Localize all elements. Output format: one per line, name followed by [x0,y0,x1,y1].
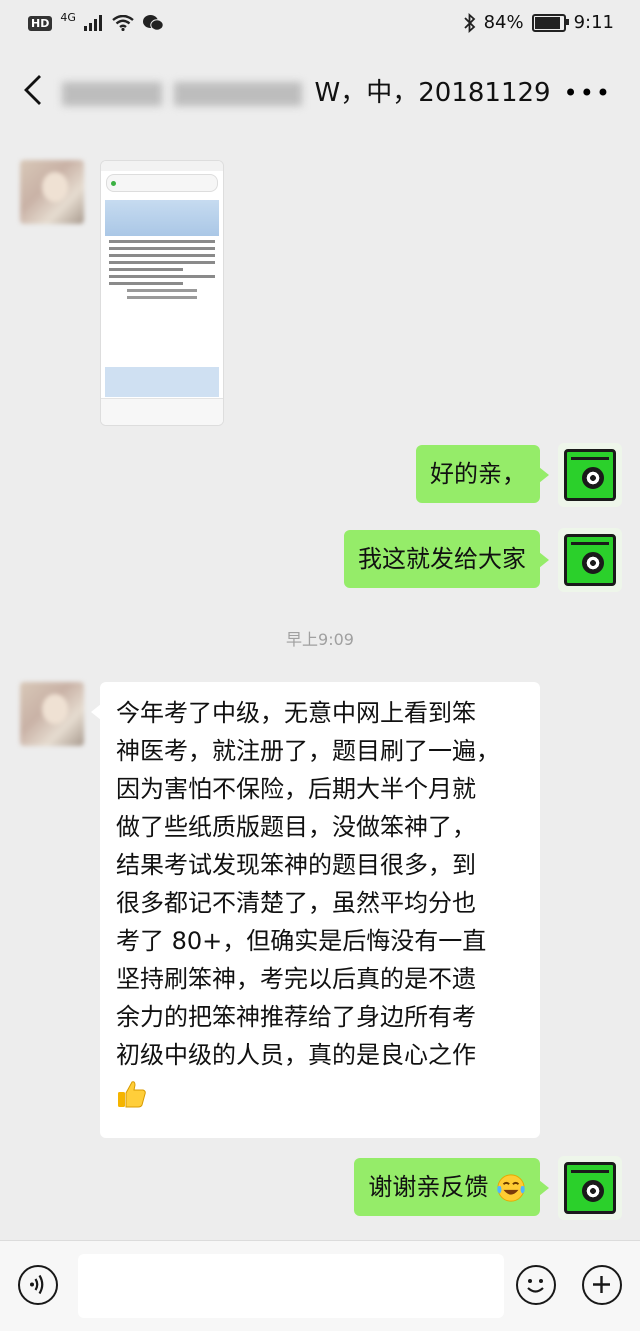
message-input[interactable] [78,1254,504,1318]
incoming-message[interactable]: 今年考了中级，无意中网上看到笨 神医考，就注册了，题目刷了一遍， 因为害怕不保险… [91,682,540,1138]
contact-avatar[interactable] [20,160,84,224]
image-message[interactable] [100,160,224,426]
chat-title-text: W，中，20181129 [314,78,551,108]
screenshot-banner [105,200,219,236]
battery-percent: 84% [483,12,524,33]
message-line: 今年考了中级，无意中网上看到笨 [116,699,476,727]
clock: 9:11 [573,12,614,33]
time-separator: 早上9:09 [286,630,354,649]
screenshot-nav-bar [101,398,223,425]
contact-avatar[interactable] [20,682,84,746]
tears-of-joy-icon [497,1174,525,1202]
message-line: 结果考试发现笨神的题目很多，到 [116,851,476,879]
battery-icon [531,13,569,32]
chat-title: W，中，20181129 [62,72,551,109]
hd-badge: HD [28,15,53,31]
plus-icon[interactable] [582,1265,622,1305]
message-line: 考了 80+，但确实是后悔没有一直 [116,927,487,955]
screenshot-url-bar [106,174,218,192]
message-line: 因为害怕不保险，后期大半个月就 [116,775,476,803]
outgoing-message[interactable]: 我这就发给大家 [344,530,549,588]
screenshot-bottom-band [105,367,219,397]
input-bar [0,1240,640,1331]
my-avatar[interactable] [558,528,622,592]
obscured-timestamp [0,116,640,134]
voice-input-icon[interactable] [18,1265,58,1305]
back-chevron-icon[interactable] [20,72,50,108]
message-line: 余力的把笨神推荐给了身边所有考 [116,1003,476,1031]
signal-icon [83,15,102,31]
message-text: 谢谢亲反馈 [368,1173,489,1201]
more-options-icon[interactable]: ••• [564,81,612,105]
network-indicator: 4G [60,10,76,24]
outgoing-message[interactable]: 好的亲， [416,445,549,503]
status-bar: HD 4G 84% 9:11 [0,0,640,50]
bluetooth-icon [463,12,475,33]
outgoing-message[interactable]: 谢谢亲反馈 [354,1158,549,1216]
message-line: 坚持刷笨神，考完以后真的是不遗 [116,965,476,993]
wechat-notification-icon [142,15,164,31]
message-line: 神医考，就注册了，题目刷了一遍， [116,737,500,765]
thumbs-up-icon [118,1081,146,1108]
title-obscured-part [62,81,162,106]
message-text: 我这就发给大家 [358,545,526,573]
my-avatar[interactable] [558,1156,622,1220]
emoji-icon[interactable] [516,1265,556,1305]
message-line: 初级中级的人员，真的是良心之作 [116,1041,476,1069]
battery-fill [534,16,560,29]
message-line: 做了些纸质版题目，没做笨神了， [116,813,476,841]
title-obscured-part [174,81,303,106]
my-avatar[interactable] [558,443,622,507]
message-text: 好的亲， [430,460,526,488]
screenshot-status-bar [101,161,223,171]
message-line: 很多都记不清楚了，虽然平均分也 [116,889,476,917]
wifi-icon [112,15,134,31]
